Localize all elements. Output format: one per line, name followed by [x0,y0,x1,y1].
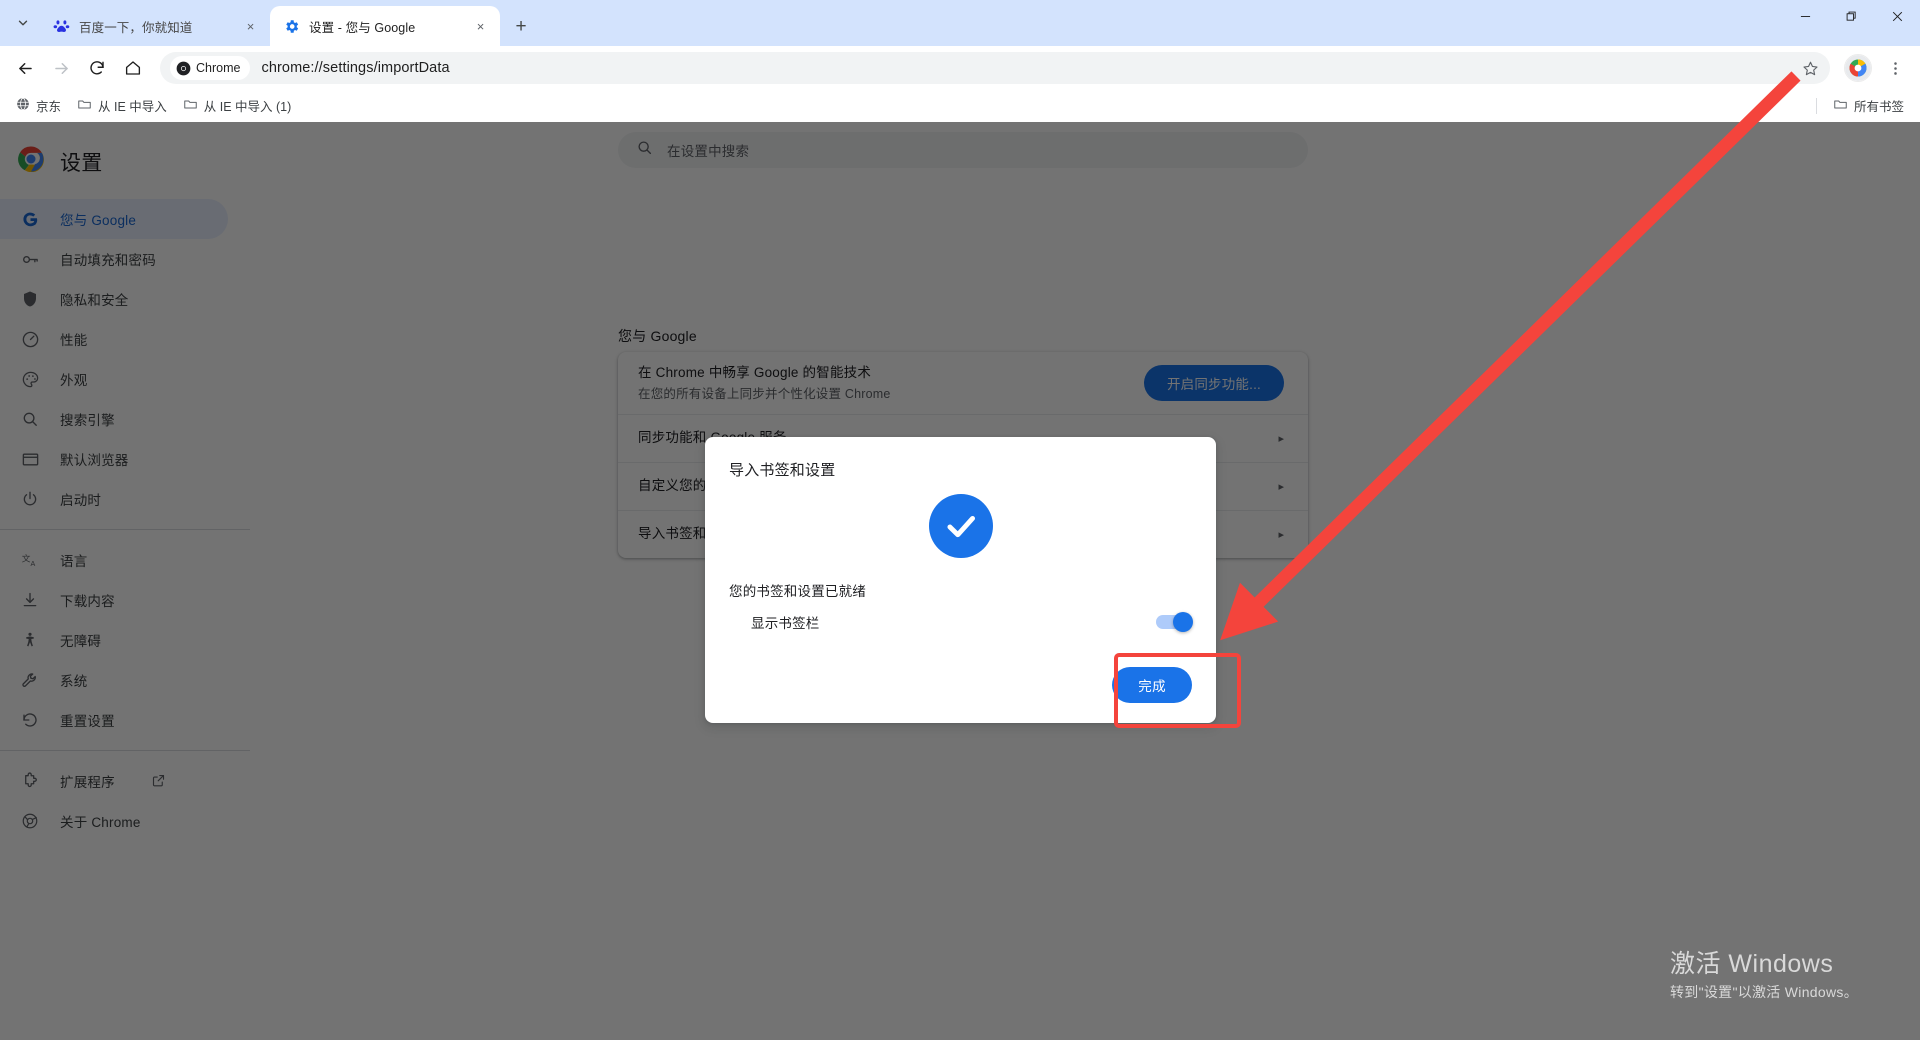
bookmark-item-0[interactable]: 京东 [8,94,69,118]
origin-chip-label: Chrome [196,61,241,75]
show-bookmarks-bar-label: 显示书签栏 [751,616,820,631]
baidu-favicon [53,18,70,35]
browser-tab-0[interactable]: 百度一下，你就知道 × [40,6,270,46]
check-circle-icon [928,494,993,558]
tab-strip: 百度一下，你就知道 × 设置 - 您与 Google × + [0,0,1920,46]
bookmark-item-1[interactable]: 从 IE 中导入 [69,94,175,118]
bookmark-item-2[interactable]: 从 IE 中导入 (1) [175,94,300,118]
tab-close-icon[interactable]: × [240,16,261,37]
settings-gear-favicon [283,18,300,35]
chrome-origin-chip: Chrome [170,56,251,80]
show-bookmarks-bar-row: 显示书签栏 [729,612,1193,632]
dialog-ready-text: 您的书签和设置已就绪 [729,584,866,599]
profile-avatar[interactable] [1844,54,1872,82]
bookmark-bar: 京东 从 IE 中导入 从 IE 中导入 (1) 所有书签 [0,90,1920,122]
dialog-title: 导入书签和设置 [729,462,836,479]
watermark-line-2: 转到"设置"以激活 Windows。 [1669,984,1858,1000]
globe-favicon [16,97,30,114]
tabstrip-drag-area [536,6,1782,46]
minimize-icon[interactable] [1782,0,1828,32]
home-icon[interactable] [116,51,150,85]
bookmark-label: 从 IE 中导入 [98,100,167,114]
star-icon[interactable] [1796,54,1824,82]
reload-icon[interactable] [80,51,114,85]
tab-search-icon[interactable] [6,6,40,40]
windows-activation-watermark: 激活 Windows 转到"设置"以激活 Windows。 [1670,949,1858,1002]
new-tab-button[interactable]: + [506,11,536,41]
toggle-knob [1173,612,1193,632]
success-illustration [729,480,1192,558]
annotation-highlight-box [1114,653,1241,728]
window-controls [1782,0,1920,46]
folder-icon [1833,97,1848,115]
all-bookmarks-label: 所有书签 [1853,100,1904,114]
tab-close-icon[interactable]: × [470,16,491,37]
address-bar[interactable]: Chrome chrome://settings/importData [160,52,1830,84]
close-icon[interactable] [1874,0,1920,32]
folder-icon [77,97,92,115]
back-arrow-icon[interactable] [8,51,42,85]
forward-arrow-icon[interactable] [44,51,78,85]
browser-tab-1[interactable]: 设置 - 您与 Google × [270,6,500,46]
bookmark-label: 京东 [36,100,62,114]
dialog-body: 您的书签和设置已就绪 显示书签栏 [705,480,1216,667]
bookmark-label: 从 IE 中导入 (1) [203,100,292,114]
all-bookmarks-button[interactable]: 所有书签 [1825,94,1912,118]
tab-title: 设置 - 您与 Google [309,20,416,35]
chrome-logo-icon [176,61,191,75]
tab-title: 百度一下，你就知道 [79,20,193,35]
show-bookmarks-bar-toggle[interactable] [1156,612,1193,632]
bookmark-bar-divider [1815,97,1817,114]
three-dot-menu-icon[interactable] [1878,51,1912,85]
browser-toolbar: Chrome chrome://settings/importData [0,46,1920,90]
restore-icon[interactable] [1828,0,1874,32]
watermark-line-1: 激活 Windows [1669,949,1834,978]
folder-icon [183,97,198,115]
address-bar-url[interactable]: chrome://settings/importData [261,60,1796,76]
